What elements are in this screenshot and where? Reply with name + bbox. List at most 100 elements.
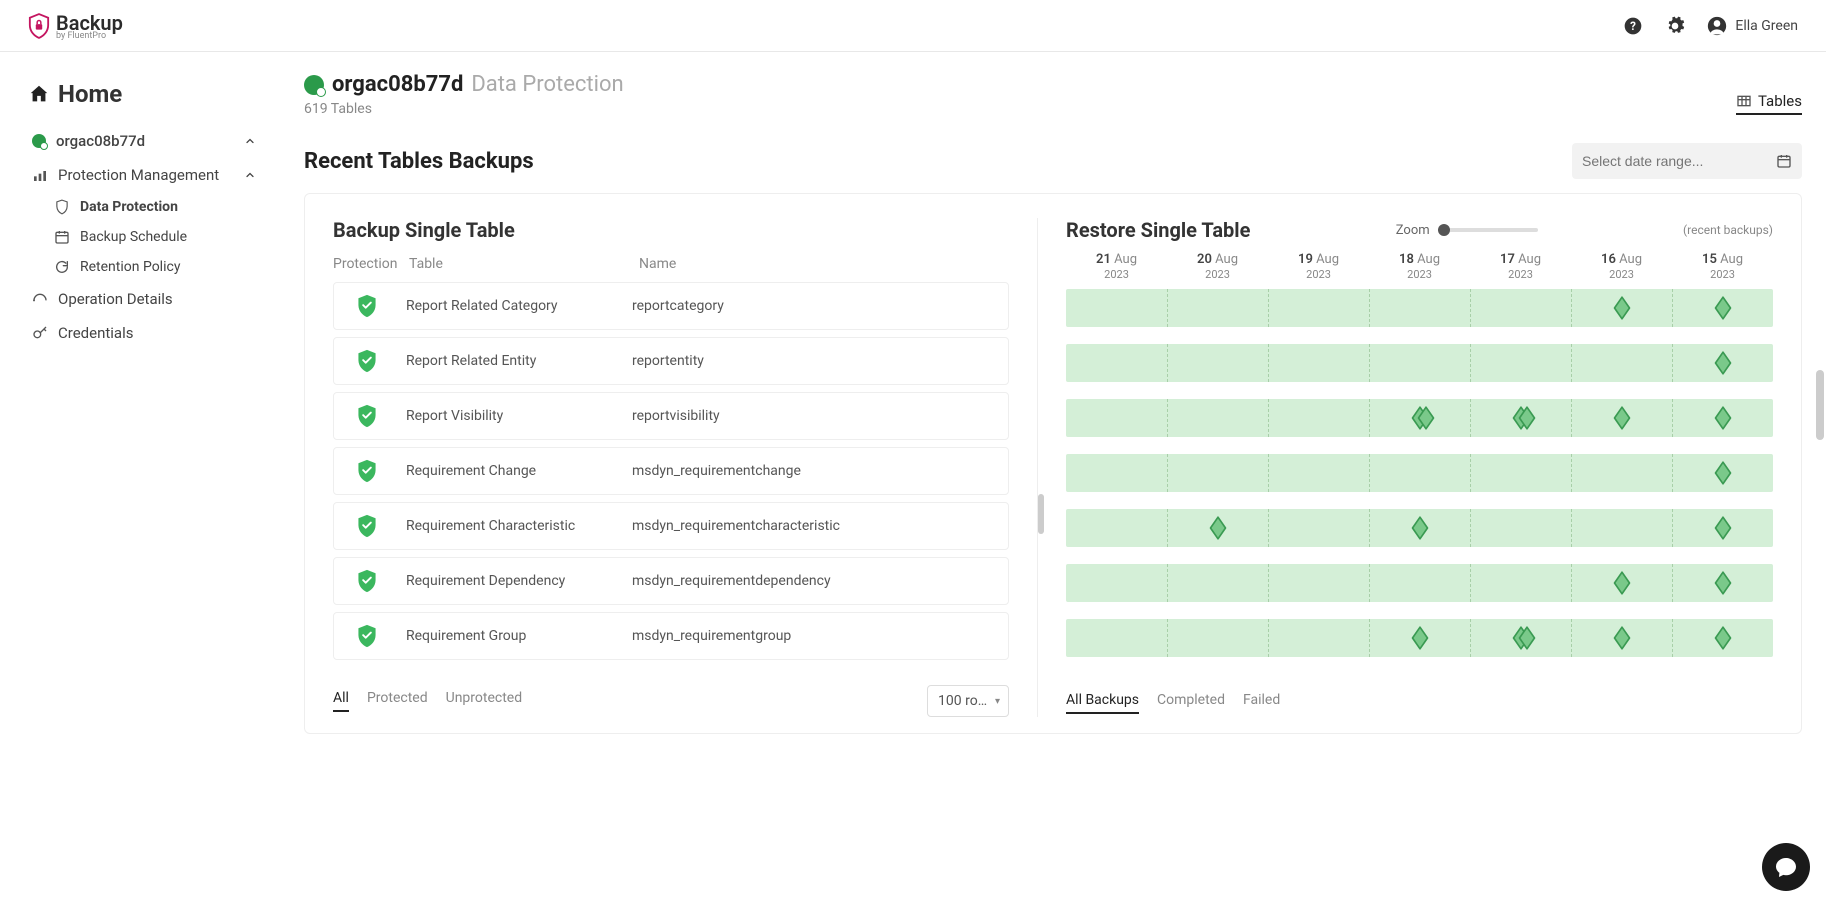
timeline-day: 16 Aug2023 <box>1571 252 1672 281</box>
date-range-input[interactable] <box>1572 143 1802 179</box>
shield-icon <box>54 199 70 215</box>
table-row[interactable]: Report Visibility reportvisibility <box>333 392 1009 440</box>
bars-icon <box>32 167 48 183</box>
calendar-icon <box>1776 153 1792 169</box>
logo[interactable]: Backup by FluentPro <box>28 11 123 41</box>
timeline-day: 18 Aug2023 <box>1369 252 1470 281</box>
shield-check-icon <box>356 404 378 428</box>
chevron-up-icon <box>244 135 256 147</box>
scrollbar-thumb[interactable] <box>1816 370 1824 440</box>
restore-panel-title: Restore Single Table <box>1066 218 1250 242</box>
backup-marker-icon[interactable] <box>1517 625 1537 651</box>
backup-marker-icon[interactable] <box>1517 405 1537 431</box>
shield-check-icon <box>356 624 378 648</box>
filter-failed[interactable]: Failed <box>1243 692 1280 714</box>
zoom-control: Zoom <box>1396 223 1538 238</box>
table-row[interactable]: Report Related Entity reportentity <box>333 337 1009 385</box>
table-header: Protection Table Name <box>333 250 1009 282</box>
backup-marker-icon[interactable] <box>1713 405 1733 431</box>
backup-marker-icon[interactable] <box>1713 295 1733 321</box>
gauge-icon <box>32 291 48 307</box>
timeline-row[interactable] <box>1066 344 1773 382</box>
page-title: Data Protection <box>471 72 623 97</box>
table-row[interactable]: Report Related Category reportcategory <box>333 282 1009 330</box>
backup-marker-icon[interactable] <box>1713 625 1733 651</box>
row-name-label: reportcategory <box>632 298 724 314</box>
row-table-label: Requirement Dependency <box>406 573 632 589</box>
section-title: Recent Tables Backups <box>304 149 534 174</box>
row-table-label: Report Related Entity <box>406 353 632 369</box>
backup-marker-icon[interactable] <box>1410 515 1430 541</box>
row-table-label: Requirement Group <box>406 628 632 644</box>
timeline-row[interactable] <box>1066 399 1773 437</box>
tab-tables[interactable]: Tables <box>1736 92 1802 115</box>
backup-marker-icon[interactable] <box>1410 625 1430 651</box>
row-name-label: reportvisibility <box>632 408 720 424</box>
timeline-row[interactable] <box>1066 509 1773 547</box>
org-status-icon <box>304 75 324 95</box>
shield-check-icon <box>356 349 378 373</box>
shield-lock-icon <box>28 13 50 39</box>
row-name-label: msdyn_requirementchange <box>632 463 801 479</box>
help-icon[interactable] <box>1623 16 1643 36</box>
backup-marker-icon[interactable] <box>1612 295 1632 321</box>
backup-marker-icon[interactable] <box>1208 515 1228 541</box>
resize-handle[interactable] <box>1038 494 1044 534</box>
timeline-day: 17 Aug2023 <box>1470 252 1571 281</box>
timeline-row[interactable] <box>1066 454 1773 492</box>
filter-unprotected[interactable]: Unprotected <box>446 690 523 712</box>
shield-check-icon <box>356 459 378 483</box>
backup-marker-icon[interactable] <box>1612 570 1632 596</box>
backup-marker-icon[interactable] <box>1713 350 1733 376</box>
sidebar-item-data-protection[interactable]: Data Protection <box>50 192 260 222</box>
chat-button[interactable] <box>1762 843 1810 891</box>
chevron-up-icon <box>244 169 256 181</box>
row-table-label: Requirement Change <box>406 463 632 479</box>
backup-panel: Backup Single Table Protection Table Nam… <box>305 218 1038 717</box>
table-row[interactable]: Requirement Characteristic msdyn_require… <box>333 502 1009 550</box>
backup-marker-icon[interactable] <box>1612 625 1632 651</box>
user-name: Ella Green <box>1735 18 1798 34</box>
table-row[interactable]: Requirement Group msdyn_requirementgroup <box>333 612 1009 660</box>
recent-label: (recent backups) <box>1683 223 1773 237</box>
chat-icon <box>1774 855 1798 879</box>
sidebar-org[interactable]: orgac08b77d <box>28 124 260 158</box>
timeline-day: 21 Aug2023 <box>1066 252 1167 281</box>
page-subtitle: 619 Tables <box>304 101 624 117</box>
timeline-row[interactable] <box>1066 564 1773 602</box>
timeline-row[interactable] <box>1066 289 1773 327</box>
table-row[interactable]: Requirement Change msdyn_requirementchan… <box>333 447 1009 495</box>
rows-per-page-dropdown[interactable]: 100 ro… <box>927 685 1009 717</box>
table-row[interactable]: Requirement Dependency msdyn_requirement… <box>333 557 1009 605</box>
filter-all[interactable]: All <box>333 690 349 712</box>
row-table-label: Report Visibility <box>406 408 632 424</box>
sidebar-item-backup-schedule[interactable]: Backup Schedule <box>50 222 260 252</box>
restore-panel: Restore Single Table Zoom (recent backup… <box>1038 218 1801 717</box>
backup-marker-icon[interactable] <box>1713 515 1733 541</box>
timeline-row[interactable] <box>1066 619 1773 657</box>
shield-check-icon <box>356 514 378 538</box>
user-menu[interactable]: Ella Green <box>1707 16 1798 36</box>
key-icon <box>32 325 48 341</box>
backup-panel-title: Backup Single Table <box>333 218 1009 242</box>
sidebar-credentials[interactable]: Credentials <box>28 316 260 350</box>
breadcrumb: orgac08b77d Data Protection <box>304 72 624 97</box>
sidebar-home[interactable]: Home <box>28 80 260 108</box>
sidebar: Home orgac08b77d Protection Management D… <box>0 52 280 907</box>
row-name-label: reportentity <box>632 353 704 369</box>
filter-completed[interactable]: Completed <box>1157 692 1225 714</box>
sidebar-protection-mgmt[interactable]: Protection Management <box>28 158 260 192</box>
date-range-field[interactable] <box>1582 153 1776 169</box>
row-name-label: msdyn_requirementcharacteristic <box>632 518 840 534</box>
backup-marker-icon[interactable] <box>1713 570 1733 596</box>
filter-protected[interactable]: Protected <box>367 690 428 712</box>
gear-icon[interactable] <box>1665 16 1685 36</box>
backup-marker-icon[interactable] <box>1713 460 1733 486</box>
filter-all-backups[interactable]: All Backups <box>1066 692 1139 714</box>
home-icon <box>28 83 50 105</box>
sidebar-item-retention-policy[interactable]: Retention Policy <box>50 252 260 282</box>
backup-marker-icon[interactable] <box>1416 405 1436 431</box>
zoom-slider[interactable] <box>1438 228 1538 232</box>
backup-marker-icon[interactable] <box>1612 405 1632 431</box>
sidebar-operation-details[interactable]: Operation Details <box>28 282 260 316</box>
